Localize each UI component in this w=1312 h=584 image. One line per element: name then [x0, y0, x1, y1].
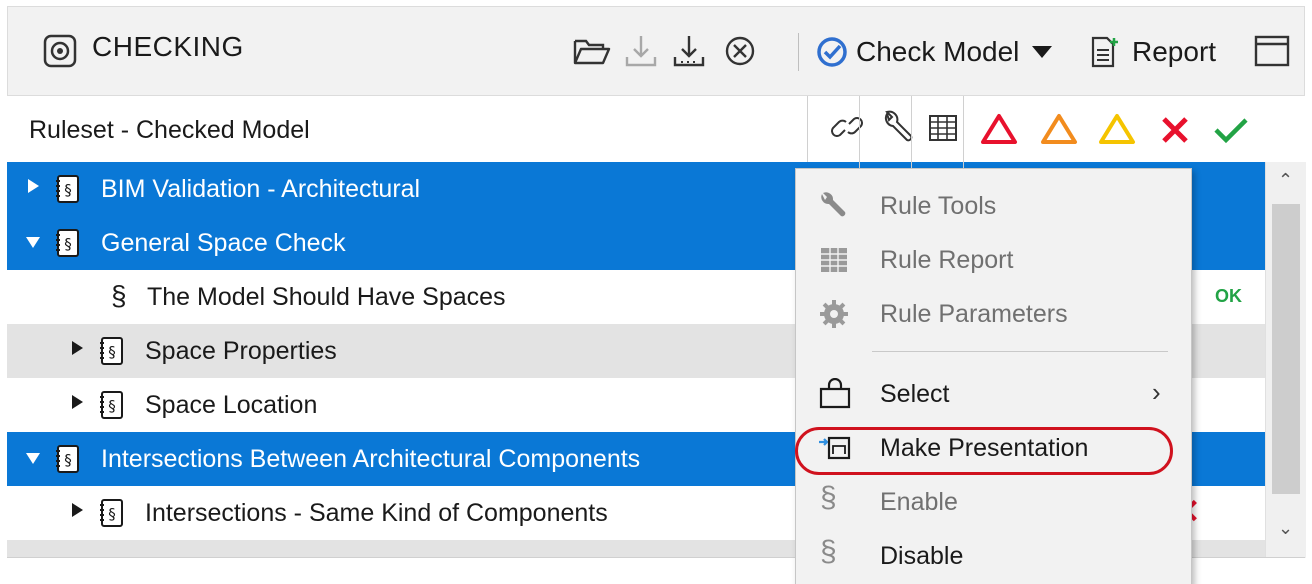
checking-panel: CHECKING Check Model Report Ruleset - Ch… — [0, 0, 1312, 584]
new-report-icon — [1091, 36, 1118, 68]
expand-arrow-icon[interactable] — [72, 395, 83, 409]
check-model-button[interactable]: Check Model — [816, 29, 1053, 75]
svg-text:§: § — [64, 451, 72, 469]
column-divider — [807, 96, 808, 168]
column-ruleset-label[interactable]: Ruleset - Checked Model — [29, 116, 310, 145]
table-icon[interactable] — [927, 110, 959, 146]
critical-warning-icon[interactable] — [979, 112, 1019, 146]
menu-item-label: Disable — [880, 542, 964, 570]
tree-row-label: BIM Validation - Architectural — [101, 175, 421, 203]
menu-item-rule-parameters[interactable]: Rule Parameters — [796, 287, 1191, 341]
import-icon[interactable] — [624, 33, 658, 69]
report-button[interactable]: Report — [1090, 29, 1216, 75]
menu-item-disable[interactable]: § Disable — [796, 529, 1191, 583]
checking-icon — [43, 34, 77, 68]
open-folder-icon[interactable] — [573, 35, 611, 67]
ruleset-icon: § — [100, 391, 123, 419]
check-model-icon — [817, 37, 847, 67]
download-icon[interactable] — [672, 33, 706, 69]
panel-title: CHECKING — [92, 31, 244, 62]
rule-section-icon: § — [111, 280, 127, 311]
check-model-label: Check Model — [856, 36, 1020, 67]
menu-item-rule-report[interactable]: Rule Report — [796, 233, 1191, 287]
submenu-arrow-icon: › — [1152, 377, 1161, 407]
clear-results-icon[interactable] — [724, 35, 756, 67]
minor-warning-icon[interactable] — [1097, 112, 1137, 146]
menu-item-enable[interactable]: § Enable — [796, 475, 1191, 529]
dropdown-arrow-icon[interactable] — [1031, 45, 1053, 59]
menu-item-select[interactable]: Select › — [796, 367, 1191, 421]
ruleset-icon: § — [56, 445, 79, 473]
menu-item-label: Rule Report — [880, 246, 1014, 274]
column-divider — [963, 96, 964, 168]
tree-row-label: Space Properties — [145, 337, 337, 365]
svg-text:§: § — [64, 181, 72, 199]
svg-text:§: § — [108, 505, 116, 523]
svg-text:§: § — [108, 343, 116, 361]
window-toggle-icon[interactable] — [1254, 35, 1290, 67]
rejected-icon[interactable] — [1159, 114, 1191, 146]
highlight-ring — [795, 427, 1173, 475]
menu-separator — [872, 351, 1168, 352]
section-icon: § — [820, 481, 837, 514]
section-icon: § — [820, 535, 837, 568]
selection-bag-icon — [819, 378, 851, 409]
wrench-icon[interactable] — [881, 110, 915, 146]
toolbar-separator — [798, 33, 799, 71]
menu-item-label: Select — [880, 380, 950, 408]
column-header-row: Ruleset - Checked Model — [7, 96, 1305, 162]
tree-row-label: Intersections Between Architectural Comp… — [101, 445, 641, 473]
expand-arrow-icon[interactable] — [28, 179, 39, 193]
vertical-scrollbar[interactable]: ⌃ ⌄ — [1265, 162, 1306, 558]
table-icon — [821, 248, 847, 272]
expand-arrow-icon[interactable] — [72, 503, 83, 517]
ruleset-icon: § — [100, 499, 123, 527]
ruleset-icon: § — [56, 229, 79, 257]
svg-text:§: § — [108, 397, 116, 415]
column-divider — [859, 96, 860, 168]
context-menu: Rule Tools Rule Report Rule Parameters S… — [795, 168, 1192, 584]
expand-arrow-icon[interactable] — [72, 341, 83, 355]
gear-icon — [820, 300, 848, 328]
menu-item-label: Rule Tools — [880, 192, 997, 220]
collapse-arrow-icon[interactable] — [26, 453, 40, 464]
menu-item-rule-tools[interactable]: Rule Tools — [796, 179, 1191, 233]
status-ok-badge: OK — [1215, 286, 1242, 306]
report-label: Report — [1132, 36, 1217, 67]
column-divider — [911, 96, 912, 168]
tree-row-label: General Space Check — [101, 229, 346, 257]
major-warning-icon[interactable] — [1039, 112, 1079, 146]
svg-text:§: § — [64, 235, 72, 253]
ruleset-icon: § — [56, 175, 79, 203]
menu-item-label: Rule Parameters — [880, 300, 1068, 328]
wrench-icon — [821, 192, 846, 217]
scroll-down-icon[interactable]: ⌄ — [1278, 518, 1293, 539]
menu-item-label: Enable — [880, 488, 958, 516]
tree-row-label: The Model Should Have Spaces — [147, 283, 506, 311]
collapse-arrow-icon[interactable] — [26, 237, 40, 248]
scrollbar-thumb[interactable] — [1272, 204, 1300, 494]
tree-row-label: Space Location — [145, 391, 318, 419]
panel-header: CHECKING Check Model Report — [7, 6, 1305, 96]
tree-row-label: Intersections - Same Kind of Components — [145, 499, 608, 527]
accepted-icon[interactable] — [1213, 116, 1249, 144]
ruleset-icon: § — [100, 337, 123, 365]
scroll-up-icon[interactable]: ⌃ — [1278, 170, 1293, 191]
